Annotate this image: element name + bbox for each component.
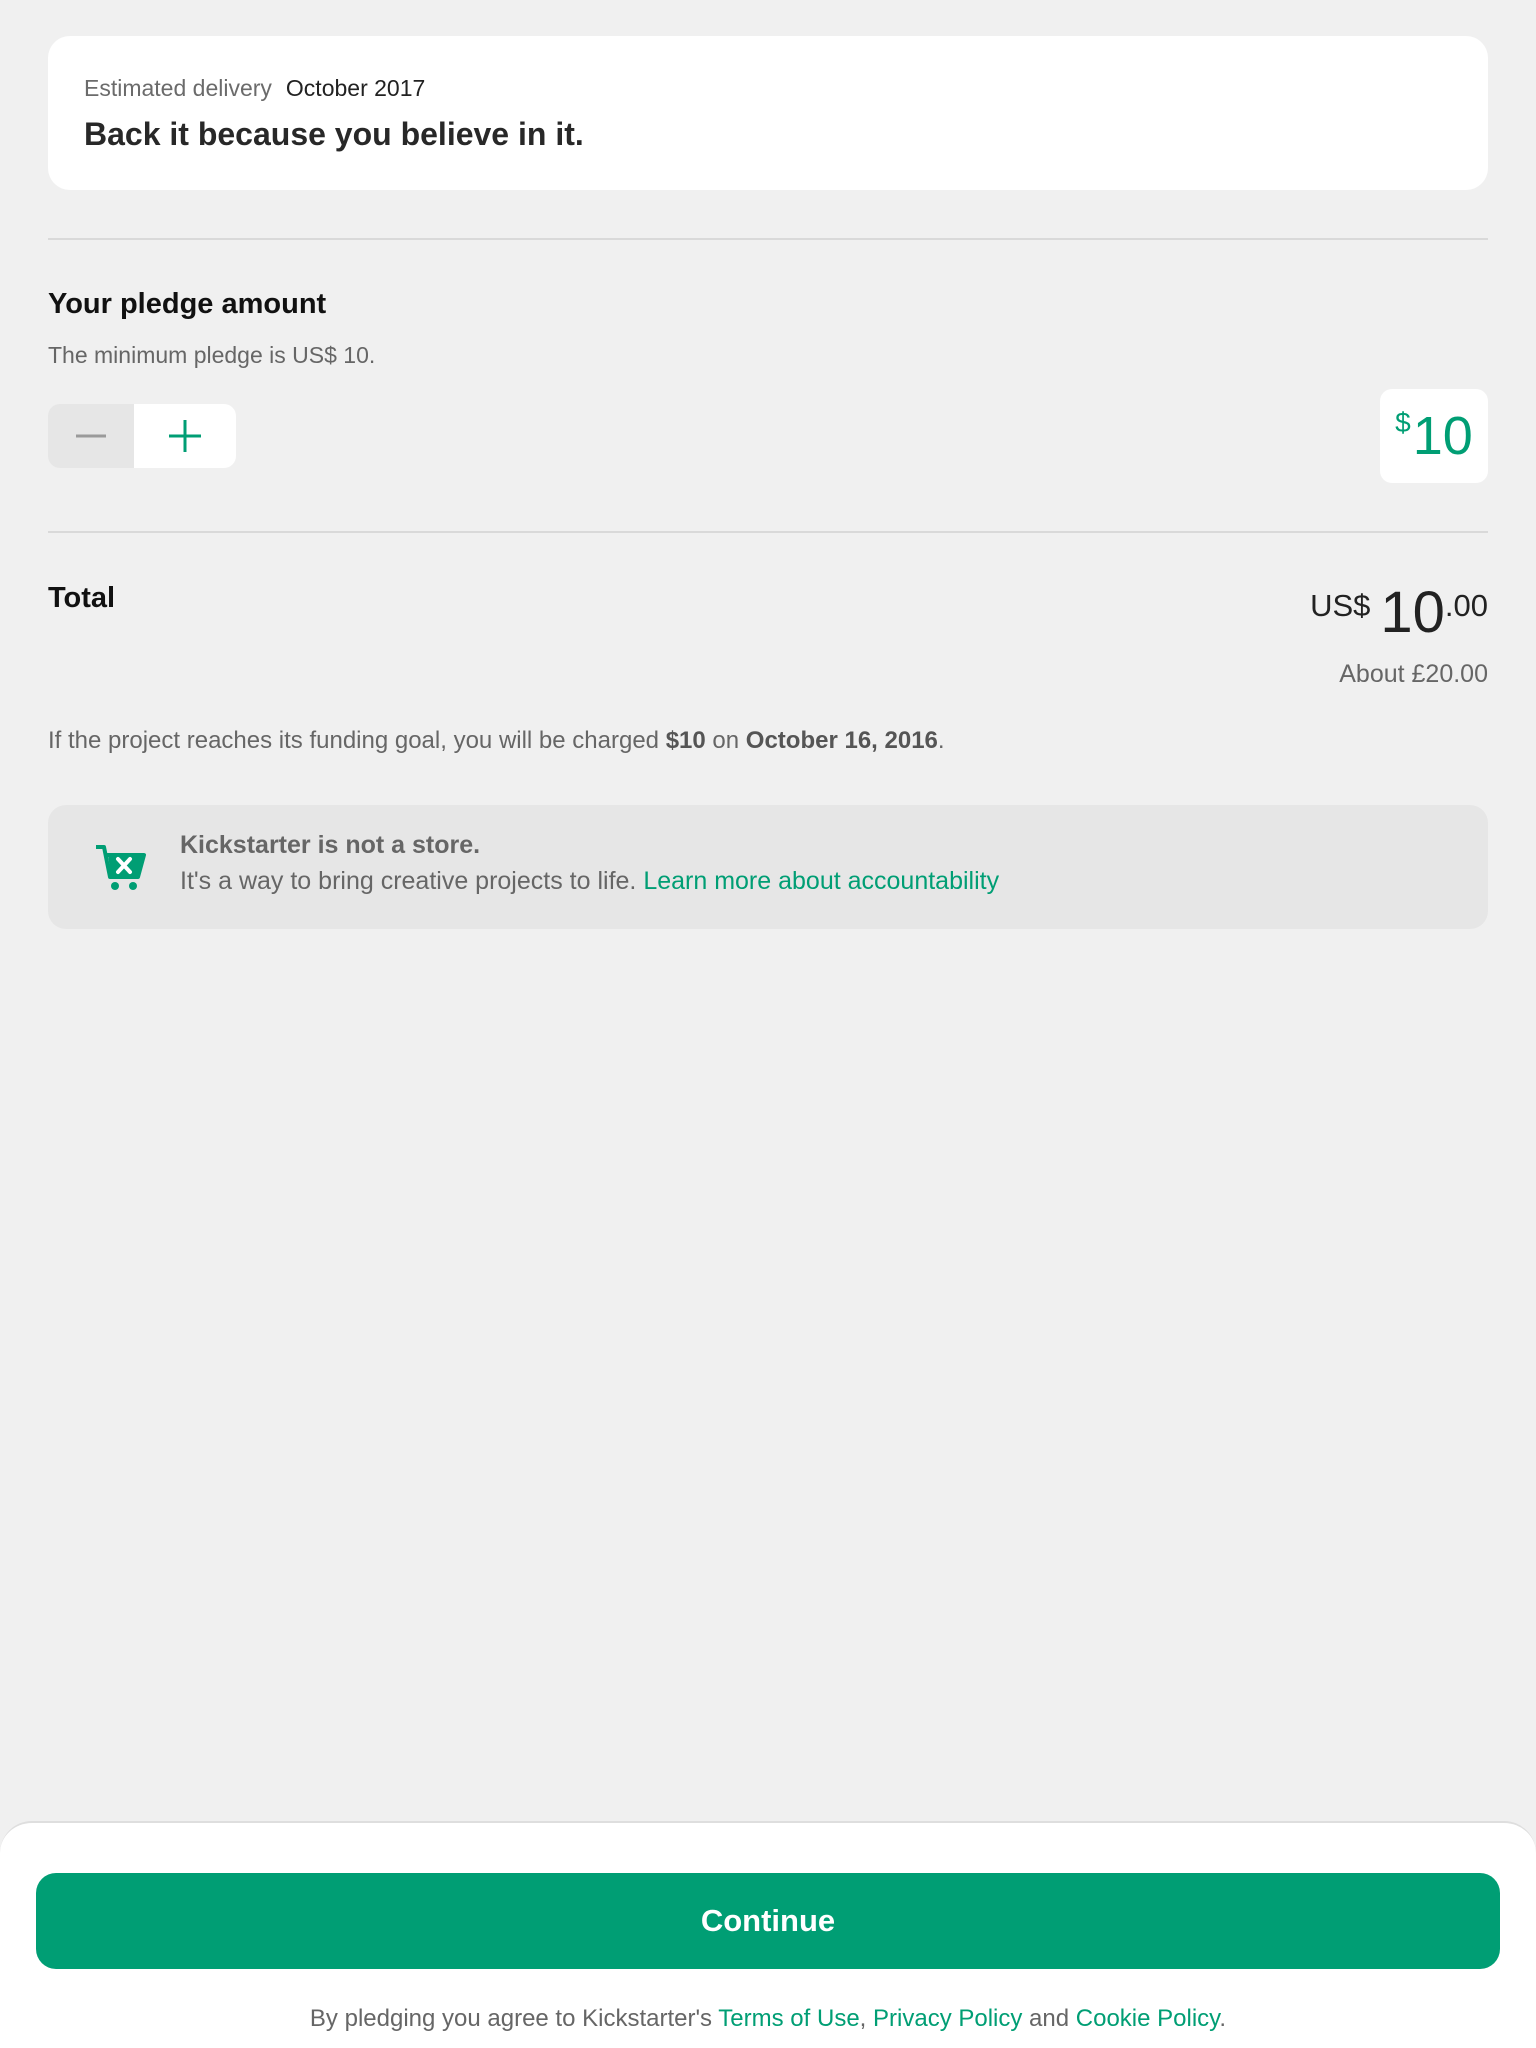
pledge-amount-title: Your pledge amount	[48, 288, 327, 320]
charge-note-prefix: If the project reaches its funding goal,…	[48, 727, 666, 754]
charge-note: If the project reaches its funding goal,…	[48, 727, 945, 755]
charge-note-suffix: .	[937, 727, 945, 754]
total-whole: 10	[1380, 580, 1445, 645]
decrease-pledge-button[interactable]	[48, 404, 134, 468]
legal-and: and	[1022, 2005, 1076, 2032]
total-cents: .00	[1444, 588, 1488, 623]
divider	[48, 238, 1488, 240]
continue-button[interactable]: Continue	[36, 1873, 1500, 1969]
notice-title: Kickstarter is not a store.	[180, 831, 481, 859]
minimum-pledge-note: The minimum pledge is US$ 10.	[48, 342, 376, 368]
amount-value: 10	[1412, 406, 1473, 466]
legal-comma: ,	[859, 2005, 874, 2032]
legal-prefix: By pledging you agree to Kickstarter's	[309, 2005, 719, 2032]
legal-text: By pledging you agree to Kickstarter's T…	[0, 2005, 1536, 2033]
cart-x-icon	[96, 845, 146, 890]
charge-amount: $10	[665, 727, 706, 754]
delivery-label: Estimated delivery	[84, 75, 272, 101]
reward-title: Back it because you believe in it.	[84, 116, 584, 152]
not-a-store-notice: Kickstarter is not a store. It's a way t…	[48, 805, 1488, 929]
accountability-link[interactable]: Learn more about accountability	[643, 867, 999, 895]
terms-of-use-link[interactable]: Terms of Use	[718, 2005, 859, 2032]
charge-date: October 16, 2016	[745, 727, 938, 754]
total-label: Total	[48, 582, 116, 614]
legal-period: .	[1219, 2005, 1227, 2032]
plus-icon	[169, 420, 201, 452]
reward-card: Estimated delivery October 2017 Back it b…	[48, 36, 1488, 190]
cookie-policy-link[interactable]: Cookie Policy	[1076, 2005, 1220, 2032]
total-amount: US$ 10 .00	[1310, 578, 1488, 648]
pledge-stepper	[48, 404, 236, 468]
total-currency: US$	[1310, 588, 1371, 623]
increase-pledge-button[interactable]	[134, 404, 236, 468]
footer-bar: Continue By pledging you agree to Kickst…	[0, 1821, 1536, 2048]
delivery-value: October 2017	[285, 75, 426, 101]
notice-body-text: It's a way to bring creative projects to…	[180, 867, 644, 895]
estimated-delivery: Estimated delivery October 2017	[84, 72, 1452, 104]
notice-text: Kickstarter is not a store. It's a way t…	[180, 827, 999, 899]
privacy-policy-link[interactable]: Privacy Policy	[873, 2005, 1022, 2032]
divider	[48, 531, 1488, 533]
minus-icon	[76, 434, 106, 438]
charge-note-middle: on	[705, 727, 746, 754]
converted-total: About £20.00	[1339, 660, 1488, 688]
notice-body: It's a way to bring creative projects to…	[180, 863, 999, 899]
amount-currency-symbol: $	[1395, 407, 1411, 438]
pledge-amount-input[interactable]: $ 10	[1380, 389, 1488, 483]
